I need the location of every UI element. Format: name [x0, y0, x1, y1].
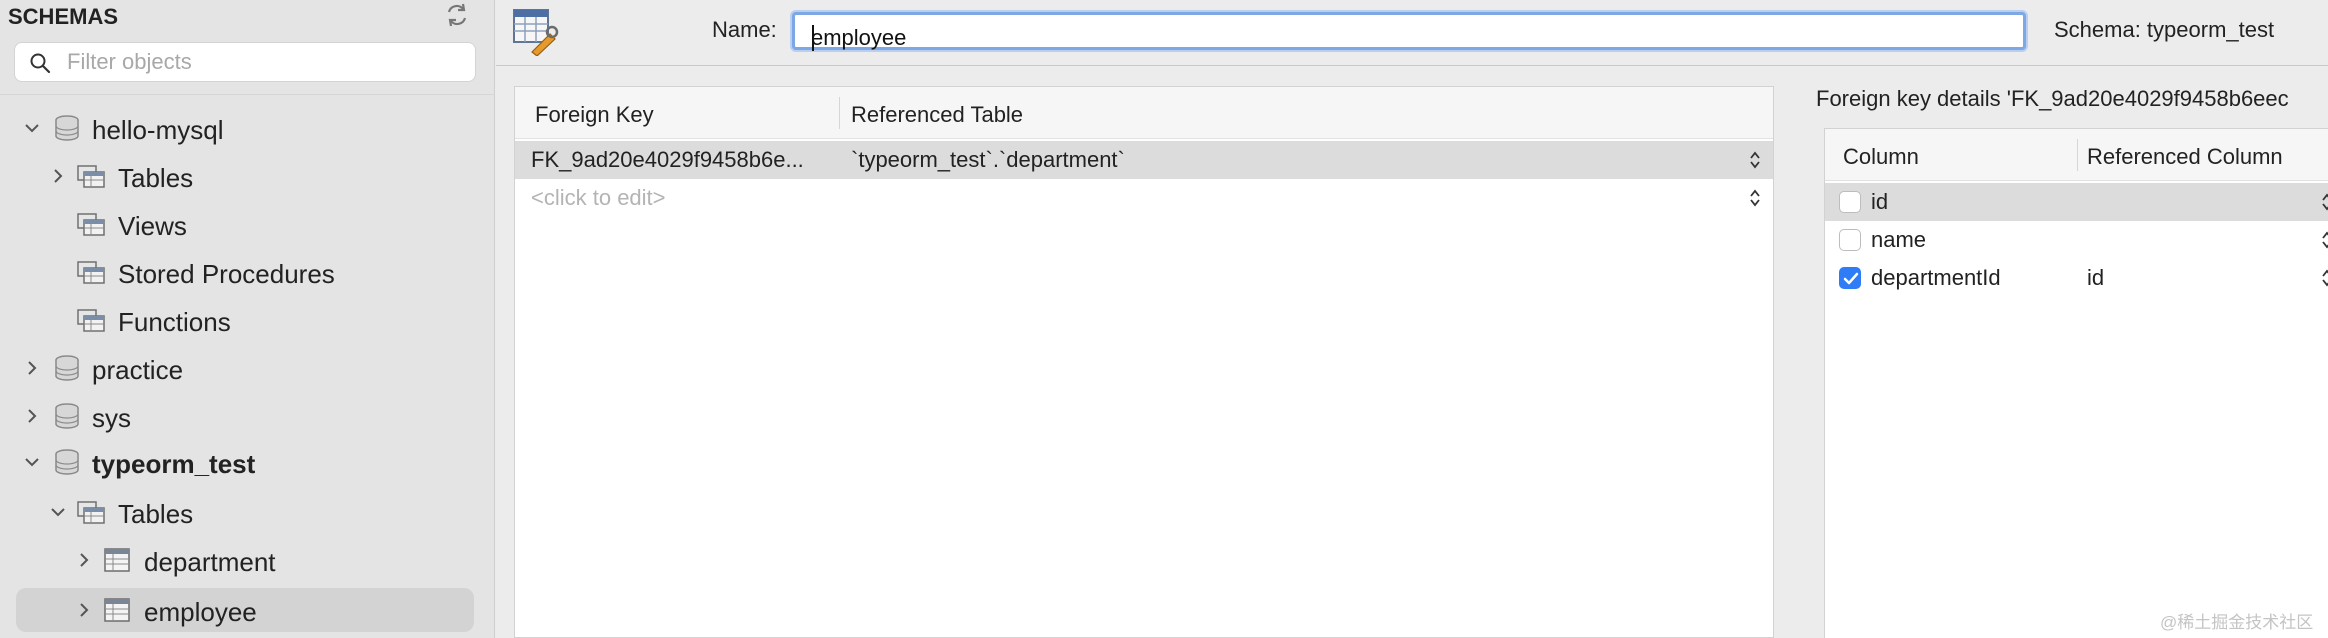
tree-item-tables[interactable]: Tables	[14, 490, 480, 534]
filter-objects-input[interactable]	[67, 47, 467, 77]
schemas-sidebar: SCHEMAS hel	[0, 0, 495, 638]
database-icon	[52, 448, 82, 476]
schema-label: Schema: typeorm_test	[2054, 17, 2275, 42]
tree-item-label: sys	[92, 403, 131, 433]
chevron-right-icon[interactable]	[74, 600, 94, 620]
column-header-referenced-column[interactable]: Referenced Column	[2087, 144, 2283, 170]
fk-row[interactable]: FK_9ad20e4029f9458b6e... `typeorm_test`.…	[515, 141, 1773, 179]
tree-item-functions[interactable]: Functions	[14, 298, 480, 342]
mapping-table-header: Column Referenced Column	[1825, 129, 2328, 181]
up-down-stepper-icon[interactable]	[1749, 150, 1761, 170]
tree-item-label: employee	[144, 597, 257, 627]
fk-name-cell[interactable]: FK_9ad20e4029f9458b6e...	[531, 147, 804, 173]
tree-item-label: practice	[92, 355, 184, 385]
tree-item-label: hello-mysql	[92, 115, 224, 145]
column-checkbox-checked[interactable]	[1839, 267, 1861, 289]
up-down-stepper-icon[interactable]	[2321, 268, 2328, 288]
chevron-right-icon[interactable]	[48, 166, 68, 186]
chevron-right-icon[interactable]	[74, 550, 94, 570]
sidebar-header: SCHEMAS	[0, 0, 495, 34]
table-editor-header: Name: employee Schema: typeorm_test	[496, 0, 2328, 66]
chevron-down-icon[interactable]	[22, 452, 42, 472]
folder-functions-icon	[76, 306, 106, 334]
tree-item-typeorm-test[interactable]: typeorm_test	[14, 440, 480, 484]
column-header-column[interactable]: Column	[1843, 144, 1919, 170]
table-icon	[102, 596, 132, 624]
tree-item-practice[interactable]: practice	[14, 346, 480, 390]
column-name: id	[1871, 189, 1889, 214]
referenced-column[interactable]: id	[2087, 265, 2104, 291]
tree-item-label: department	[144, 547, 276, 577]
tree-item-department[interactable]: department	[14, 538, 480, 582]
tree-item-label: typeorm_test	[92, 449, 256, 479]
database-icon	[52, 402, 82, 430]
column-divider[interactable]	[839, 97, 840, 129]
mapping-row-departmentid[interactable]: departmentId id	[1825, 259, 2328, 297]
tree-item-employee[interactable]: employee	[16, 588, 474, 632]
sidebar-title: SCHEMAS	[8, 4, 119, 29]
tree-item-label: Views	[118, 211, 187, 241]
sidebar-divider	[0, 94, 495, 95]
column-name: departmentId	[1871, 265, 2001, 290]
mapping-row-name[interactable]: name	[1825, 221, 2328, 259]
table-icon	[102, 546, 132, 574]
folder-tables-icon	[76, 162, 106, 190]
text-caret	[812, 25, 814, 51]
up-down-stepper-icon[interactable]	[2321, 192, 2328, 212]
refresh-icon[interactable]	[444, 2, 470, 28]
folder-procedures-icon	[76, 258, 106, 286]
tree-item-label: Tables	[118, 499, 194, 529]
tree-item-views[interactable]: Views	[14, 202, 480, 246]
folder-tables-icon	[76, 498, 106, 526]
tree-item-stored-procedures[interactable]: Stored Procedures	[14, 250, 480, 294]
tree-item-tables[interactable]: Tables	[14, 154, 480, 198]
tree-item-hello-mysql[interactable]: hello-mysql	[14, 106, 480, 150]
tree-item-label: Stored Procedures	[118, 259, 335, 289]
name-label: Name:	[712, 17, 777, 42]
fk-row-new[interactable]: <click to edit>	[515, 179, 1773, 217]
table-edit-icon	[510, 6, 560, 57]
chevron-right-icon[interactable]	[22, 406, 42, 426]
column-checkbox[interactable]	[1839, 229, 1861, 251]
up-down-stepper-icon[interactable]	[1749, 188, 1761, 208]
folder-views-icon	[76, 210, 106, 238]
column-header-foreign-key[interactable]: Foreign Key	[535, 102, 654, 128]
database-icon	[52, 114, 82, 142]
foreign-key-list: Foreign Key Referenced Table FK_9ad20e40…	[514, 86, 1774, 638]
search-icon	[29, 52, 51, 74]
referenced-table-cell[interactable]: `typeorm_test`.`department`	[851, 147, 1125, 173]
column-header-referenced-table[interactable]: Referenced Table	[851, 102, 1023, 128]
watermark: @稀土掘金技术社区	[2160, 613, 2314, 632]
up-down-stepper-icon[interactable]	[2321, 230, 2328, 250]
click-to-edit-placeholder[interactable]: <click to edit>	[531, 185, 666, 211]
tree-item-label: Functions	[118, 307, 231, 337]
filter-search-box[interactable]	[14, 42, 476, 82]
column-name: name	[1871, 227, 1927, 252]
fk-column-mapping: Column Referenced Column id name departm…	[1824, 128, 2328, 638]
database-icon	[52, 354, 82, 382]
column-divider[interactable]	[2077, 139, 2078, 171]
chevron-right-icon[interactable]	[22, 358, 42, 378]
tree-item-sys[interactable]: sys	[14, 394, 480, 438]
tree-item-label: Tables	[118, 163, 194, 193]
app-window: SCHEMAS hel	[0, 0, 2328, 638]
chevron-down-icon[interactable]	[22, 118, 42, 138]
table-name-input[interactable]: employee	[792, 12, 2026, 51]
mapping-row-id[interactable]: id	[1825, 183, 2328, 221]
column-checkbox[interactable]	[1839, 191, 1861, 213]
chevron-down-icon[interactable]	[48, 502, 68, 522]
fk-details-title: Foreign key details 'FK_9ad20e4029f9458b…	[1816, 86, 2289, 111]
fk-table-header: Foreign Key Referenced Table	[515, 87, 1773, 139]
